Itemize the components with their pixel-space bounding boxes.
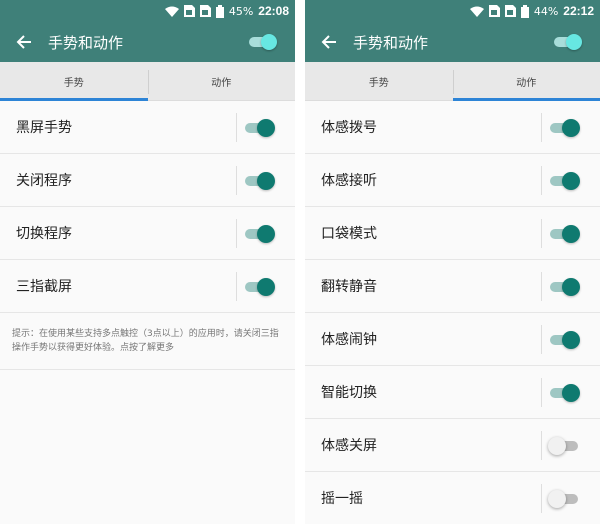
list-item[interactable]: 体感闹钟 [305, 313, 600, 366]
switch-thumb [562, 278, 580, 296]
tab-bar: 手势 动作 [305, 62, 600, 101]
switch-thumb [562, 331, 580, 349]
switch-thumb [257, 225, 275, 243]
divider [236, 166, 237, 195]
left-screen: 45% 22:08 手势和动作 手势 动作 黑屏手势 关闭程序 切换程序 三指截… [0, 0, 295, 524]
list-item[interactable]: 体感拨号 [305, 101, 600, 154]
list-item[interactable]: 关闭程序 [0, 154, 295, 207]
divider [541, 484, 542, 513]
switch-motion-screen-off[interactable] [548, 437, 580, 455]
sim-card-icon [504, 5, 516, 17]
list-item[interactable]: 三指截屏 [0, 260, 295, 313]
sim-card-icon [488, 5, 500, 17]
switch-motion-dial[interactable] [548, 119, 580, 137]
clock: 22:12 [563, 4, 594, 18]
switch-thumb [562, 172, 580, 190]
battery-level: 45% [228, 4, 254, 18]
list-item[interactable]: 黑屏手势 [0, 101, 295, 154]
status-bar: 44% 22:12 [305, 0, 600, 22]
battery-icon [215, 4, 224, 18]
master-toggle[interactable] [554, 34, 582, 50]
tab-motions[interactable]: 动作 [452, 62, 600, 101]
list-item[interactable]: 体感关屏 [305, 419, 600, 472]
tab-gestures[interactable]: 手势 [0, 62, 148, 101]
back-arrow-icon[interactable] [0, 22, 48, 62]
switch-thumb [548, 437, 566, 455]
switch-motion-alarm[interactable] [548, 331, 580, 349]
switch-black-screen-gesture[interactable] [243, 119, 275, 137]
app-bar: 手势和动作 [0, 22, 295, 62]
divider [541, 378, 542, 407]
app-bar: 手势和动作 [305, 22, 600, 62]
switch-thumb [257, 172, 275, 190]
page-title: 手势和动作 [353, 33, 429, 52]
battery-level: 44% [533, 4, 559, 18]
switch-shake[interactable] [548, 490, 580, 508]
switch-thumb [562, 384, 580, 402]
switch-thumb [562, 119, 580, 137]
switch-flip-mute[interactable] [548, 278, 580, 296]
wifi-icon [164, 6, 179, 17]
page-title: 手势和动作 [48, 33, 124, 52]
battery-icon [520, 4, 529, 18]
list-item[interactable]: 智能切换 [305, 366, 600, 419]
sim-card-icon [199, 5, 211, 17]
divider [541, 325, 542, 354]
toggle-thumb [261, 34, 277, 50]
status-bar: 45% 22:08 [0, 0, 295, 22]
tab-motions[interactable]: 动作 [147, 62, 296, 100]
switch-thumb [562, 225, 580, 243]
clock: 22:08 [258, 4, 289, 18]
divider [541, 431, 542, 460]
right-screen: 44% 22:12 手势和动作 手势 动作 体感拨号 体感接听 口袋模式 翻转静… [305, 0, 600, 524]
tab-bar: 手势 动作 [0, 62, 295, 101]
divider [236, 219, 237, 248]
switch-three-finger-screenshot[interactable] [243, 278, 275, 296]
settings-list: 黑屏手势 关闭程序 切换程序 三指截屏 提示：在使用某些支持多点触控（3点以上）… [0, 101, 295, 370]
switch-close-app[interactable] [243, 172, 275, 190]
switch-thumb [257, 119, 275, 137]
master-toggle[interactable] [249, 34, 277, 50]
sim-card-icon [183, 5, 195, 17]
list-item[interactable]: 摇一摇 [305, 472, 600, 524]
divider [236, 272, 237, 301]
divider [236, 113, 237, 142]
back-arrow-icon[interactable] [305, 22, 353, 62]
divider [541, 219, 542, 248]
list-item[interactable]: 体感接听 [305, 154, 600, 207]
switch-switch-app[interactable] [243, 225, 275, 243]
settings-list: 体感拨号 体感接听 口袋模式 翻转静音 体感闹钟 智能切换 体感关屏 摇一摇 [305, 101, 600, 524]
divider [541, 113, 542, 142]
hint-text[interactable]: 提示：在使用某些支持多点触控（3点以上）的应用时，请关闭三指操作手势以获得更好体… [0, 313, 295, 370]
toggle-thumb [566, 34, 582, 50]
switch-motion-answer[interactable] [548, 172, 580, 190]
switch-pocket-mode[interactable] [548, 225, 580, 243]
switch-smart-switch[interactable] [548, 384, 580, 402]
wifi-icon [469, 6, 484, 17]
switch-thumb [548, 490, 566, 508]
list-item[interactable]: 口袋模式 [305, 207, 600, 260]
list-item[interactable]: 切换程序 [0, 207, 295, 260]
list-item[interactable]: 翻转静音 [305, 260, 600, 313]
switch-thumb [257, 278, 275, 296]
divider [541, 166, 542, 195]
tab-gestures[interactable]: 手势 [305, 62, 453, 100]
divider [541, 272, 542, 301]
